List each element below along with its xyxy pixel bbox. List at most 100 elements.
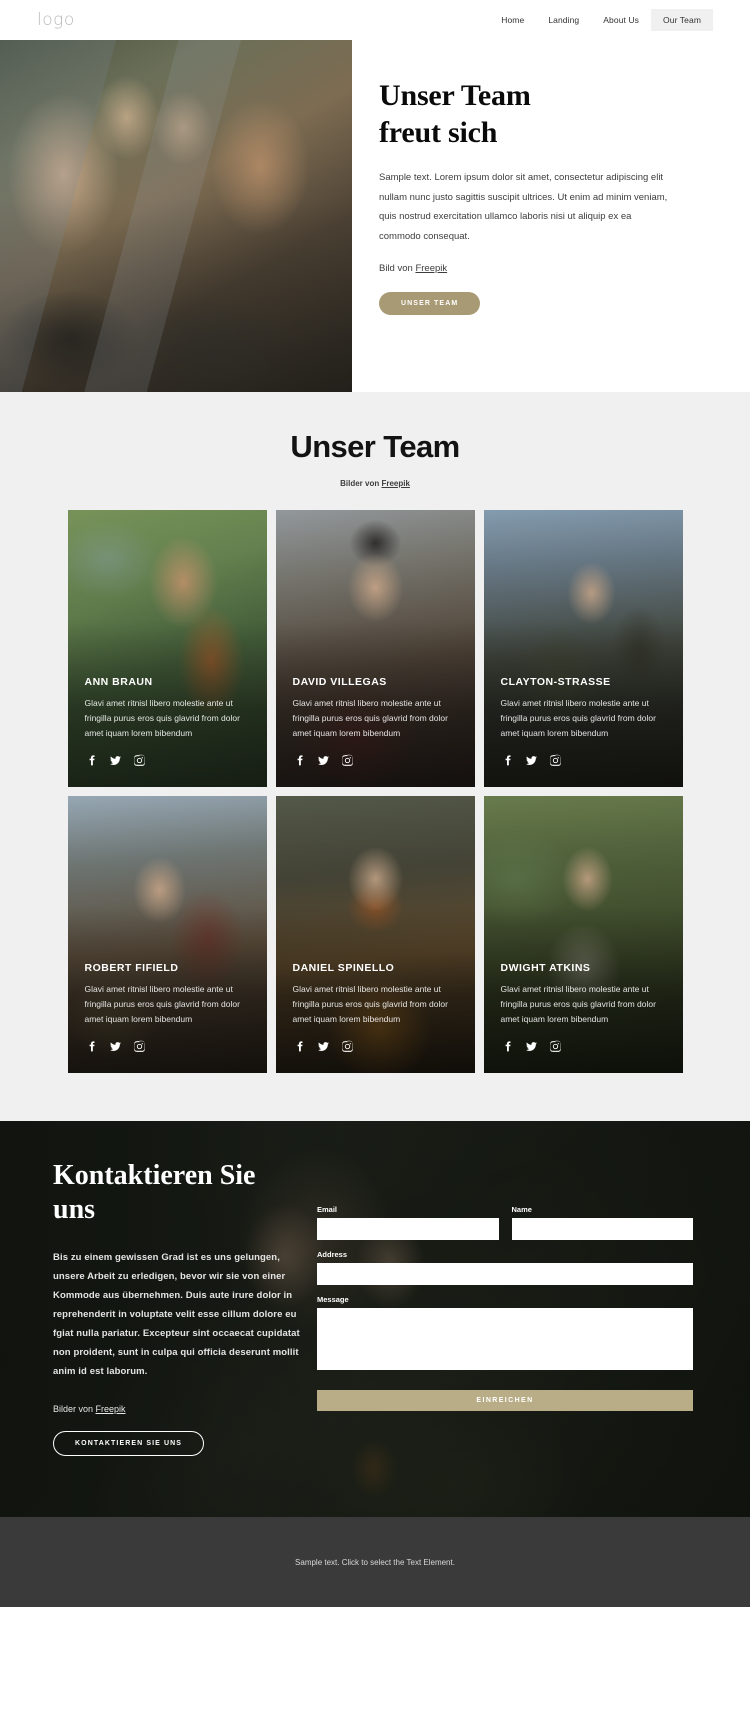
email-label: Email bbox=[317, 1205, 338, 1214]
nav-item-landing[interactable]: Landing bbox=[536, 9, 591, 31]
member-social-links bbox=[293, 754, 461, 767]
submit-button[interactable]: EINREICHEN bbox=[317, 1390, 693, 1411]
contact-paragraph: Bis zu einem gewissen Grad ist es uns ge… bbox=[53, 1252, 300, 1378]
member-name: ROBERT FIFIELD bbox=[84, 962, 179, 975]
member-social-links bbox=[85, 1040, 253, 1053]
member-name: DAVID VILLEGAS bbox=[292, 676, 387, 689]
site-footer: Sample text. Click to select the Text El… bbox=[0, 1517, 750, 1607]
contact-title-line-1: Kontaktieren Sie bbox=[53, 1160, 256, 1191]
contact-credit-prefix: Bilder von bbox=[53, 1404, 96, 1415]
member-name: DANIEL SPINELLO bbox=[292, 962, 395, 975]
hero-image bbox=[0, 40, 352, 392]
team-card[interactable]: DAVID VILLEGAS Glavi amet ritnisl libero… bbox=[275, 510, 475, 787]
facebook-icon[interactable] bbox=[85, 1040, 98, 1053]
team-card[interactable]: ANN BRAUN Glavi amet ritnisl libero mole… bbox=[67, 510, 267, 787]
contact-title: Kontaktieren Sie uns bbox=[53, 1159, 307, 1226]
contact-us-button[interactable]: KONTAKTIEREN SIE UNS bbox=[53, 1431, 205, 1457]
name-field[interactable] bbox=[511, 1218, 693, 1240]
member-name: CLAYTON-STRASSE bbox=[500, 676, 611, 689]
site-logo[interactable]: logo bbox=[37, 10, 75, 30]
member-description: Glavi amet ritnisl libero molestie ante … bbox=[500, 698, 656, 739]
contact-section: Kontaktieren Sie uns Bis zu einem gewiss… bbox=[0, 1121, 750, 1517]
member-description: Glavi amet ritnisl libero molestie ante … bbox=[84, 984, 240, 1025]
member-description: Glavi amet ritnisl libero molestie ante … bbox=[500, 984, 656, 1025]
twitter-icon[interactable] bbox=[109, 754, 122, 767]
member-name: ANN BRAUN bbox=[84, 676, 153, 689]
main-navigation: Home Landing About Us Our Team bbox=[489, 9, 713, 31]
address-field[interactable] bbox=[317, 1263, 693, 1285]
form-row-email-name: Email Name bbox=[317, 1205, 693, 1250]
instagram-icon[interactable] bbox=[133, 1040, 146, 1053]
form-group-name: Name bbox=[511, 1205, 693, 1240]
hero-cta-button[interactable]: UNSER TEAM bbox=[379, 292, 481, 316]
hero-credit-prefix: Bild von bbox=[379, 263, 416, 275]
address-label: Address bbox=[317, 1250, 348, 1259]
member-info: DAVID VILLEGAS Glavi amet ritnisl libero… bbox=[293, 676, 461, 767]
member-social-links bbox=[85, 754, 253, 767]
team-card[interactable]: ROBERT FIFIELD Glavi amet ritnisl libero… bbox=[67, 796, 267, 1073]
facebook-icon[interactable] bbox=[501, 1040, 514, 1053]
nav-item-about-us[interactable]: About Us bbox=[591, 9, 651, 31]
instagram-icon[interactable] bbox=[549, 1040, 562, 1053]
contact-images-credit: Bilder von Freepik bbox=[53, 1404, 307, 1414]
facebook-icon[interactable] bbox=[293, 1040, 306, 1053]
hero-section: Unser Team freut sich Sample text. Lorem… bbox=[0, 40, 750, 392]
message-field[interactable] bbox=[317, 1308, 693, 1370]
contact-title-line-2: uns bbox=[53, 1193, 96, 1225]
member-info: CLAYTON-STRASSE Glavi amet ritnisl liber… bbox=[501, 676, 669, 767]
nav-item-home[interactable]: Home bbox=[489, 9, 536, 31]
hero-credit-link[interactable]: Freepik bbox=[415, 263, 447, 274]
contact-inner: Kontaktieren Sie uns Bis zu einem gewiss… bbox=[0, 1121, 750, 1457]
email-field[interactable] bbox=[317, 1218, 499, 1240]
member-description: Glavi amet ritnisl libero molestie ante … bbox=[84, 698, 240, 739]
member-info: DANIEL SPINELLO Glavi amet ritnisl liber… bbox=[293, 962, 461, 1053]
team-credit-prefix: Bilder von bbox=[340, 479, 382, 488]
name-label: Name bbox=[511, 1205, 532, 1214]
team-images-credit: Bilder von Freepik bbox=[0, 479, 750, 488]
instagram-icon[interactable] bbox=[549, 754, 562, 767]
site-header: logo Home Landing About Us Our Team bbox=[0, 0, 750, 40]
hero-paragraph: Sample text. Lorem ipsum dolor sit amet,… bbox=[379, 172, 668, 242]
twitter-icon[interactable] bbox=[317, 1040, 330, 1053]
team-grid: ANN BRAUN Glavi amet ritnisl libero mole… bbox=[0, 510, 750, 1073]
footer-text: Sample text. Click to select the Text El… bbox=[295, 1557, 455, 1567]
member-name: DWIGHT ATKINS bbox=[500, 962, 591, 975]
twitter-icon[interactable] bbox=[525, 754, 538, 767]
contact-credit-link[interactable]: Freepik bbox=[96, 1404, 126, 1414]
facebook-icon[interactable] bbox=[501, 754, 514, 767]
contact-left-column: Kontaktieren Sie uns Bis zu einem gewiss… bbox=[53, 1159, 307, 1457]
twitter-icon[interactable] bbox=[525, 1040, 538, 1053]
hero-title-line-1: Unser Team bbox=[379, 79, 531, 112]
member-info: DWIGHT ATKINS Glavi amet ritnisl libero … bbox=[501, 962, 669, 1053]
member-social-links bbox=[293, 1040, 461, 1053]
facebook-icon[interactable] bbox=[85, 754, 98, 767]
member-social-links bbox=[501, 1040, 669, 1053]
twitter-icon[interactable] bbox=[317, 754, 330, 767]
hero-image-credit: Bild von Freepik bbox=[379, 263, 670, 274]
contact-form: Email Name Address Message EINREICHEN bbox=[317, 1159, 693, 1456]
member-description: Glavi amet ritnisl libero molestie ante … bbox=[292, 698, 448, 739]
hero-title: Unser Team freut sich bbox=[379, 78, 670, 151]
instagram-icon[interactable] bbox=[341, 1040, 354, 1053]
member-social-links bbox=[501, 754, 669, 767]
team-card[interactable]: CLAYTON-STRASSE Glavi amet ritnisl liber… bbox=[483, 510, 683, 787]
facebook-icon[interactable] bbox=[293, 754, 306, 767]
member-info: ROBERT FIFIELD Glavi amet ritnisl libero… bbox=[85, 962, 253, 1053]
team-card[interactable]: DWIGHT ATKINS Glavi amet ritnisl libero … bbox=[483, 796, 683, 1073]
member-description: Glavi amet ritnisl libero molestie ante … bbox=[292, 984, 448, 1025]
form-group-email: Email bbox=[317, 1205, 499, 1240]
form-group-message: Message bbox=[317, 1295, 693, 1375]
twitter-icon[interactable] bbox=[109, 1040, 122, 1053]
team-credit-link[interactable]: Freepik bbox=[381, 479, 409, 488]
team-section: Unser Team Bilder von Freepik ANN BRAUN … bbox=[0, 392, 750, 1121]
hero-content: Unser Team freut sich Sample text. Lorem… bbox=[352, 40, 750, 392]
team-card[interactable]: DANIEL SPINELLO Glavi amet ritnisl liber… bbox=[275, 796, 475, 1073]
member-info: ANN BRAUN Glavi amet ritnisl libero mole… bbox=[85, 676, 253, 767]
nav-item-our-team[interactable]: Our Team bbox=[651, 9, 713, 31]
form-group-address: Address bbox=[317, 1250, 693, 1285]
team-heading: Unser Team bbox=[290, 429, 460, 464]
instagram-icon[interactable] bbox=[133, 754, 146, 767]
instagram-icon[interactable] bbox=[341, 754, 354, 767]
hero-title-line-2: freut sich bbox=[379, 115, 498, 149]
message-label: Message bbox=[317, 1295, 349, 1304]
